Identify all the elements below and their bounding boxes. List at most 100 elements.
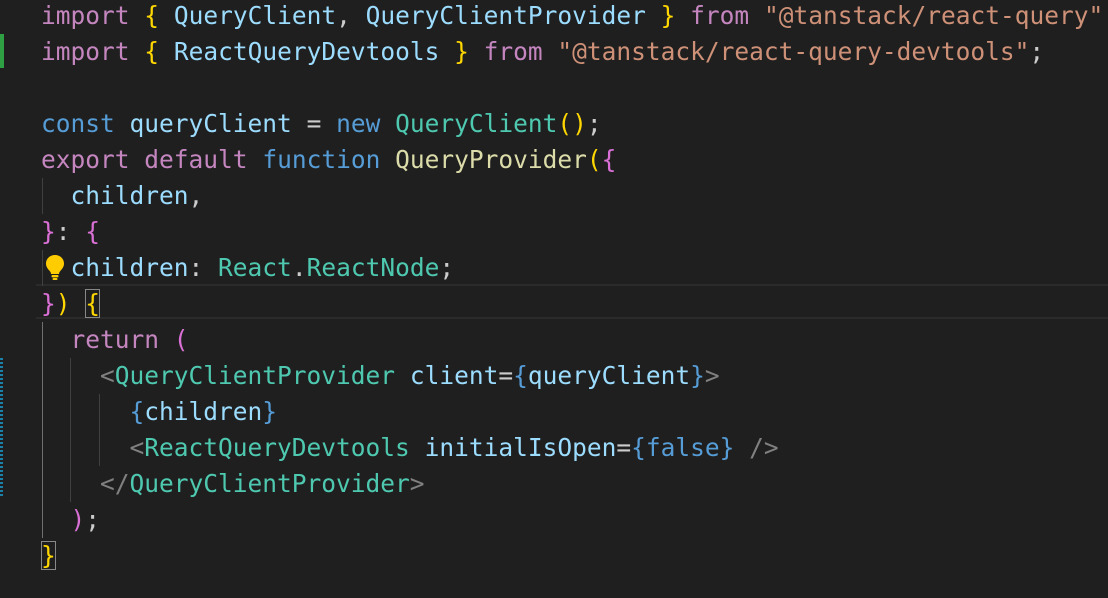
code-line[interactable]: <QueryClientProvider client={queryClient… [0,358,1108,394]
code-token: ; [1103,1,1108,30]
code-token: export [41,145,130,174]
code-line-content: import { QueryClient, QueryClientProvide… [41,0,1108,34]
code-token: . [291,253,307,282]
code-line[interactable]: return ( [0,322,1108,358]
code-token: from [483,37,543,66]
code-line[interactable]: }) { [0,286,1108,322]
code-token: > [409,469,425,498]
code-token: React [218,253,292,282]
code-line[interactable]: <ReactQueryDevtools initialIsOpen={false… [0,430,1108,466]
code-token: QueryClientProvider [114,361,396,390]
code-token: { [144,1,160,30]
code-token: ; [439,253,455,282]
code-line[interactable]: }: { [0,214,1108,250]
code-line-content: ); [41,502,101,538]
code-token: from [690,1,750,30]
code-line-content: }: { [41,214,100,250]
lightbulb-tip [52,278,58,280]
code-token: return [70,325,160,354]
code-line-content: import { ReactQueryDevtools } from "@tan… [41,34,1044,70]
code-token: ; [1029,37,1045,66]
code-token: "@tanstack/react-query" [763,1,1104,30]
code-line-content: return ( [41,322,189,358]
code-line[interactable]: children, [0,178,1108,214]
code-token: ) [70,505,86,534]
code-line-content: children, [41,178,204,214]
code-token: ( [586,145,602,174]
lightbulb-glass [46,255,64,274]
code-token: > [704,361,720,390]
code-token: initialIsOpen [424,433,617,462]
code-line[interactable]: } [0,538,1108,574]
code-token: : [55,217,86,246]
code-token: () [557,109,587,138]
code-line-content: <ReactQueryDevtools initialIsOpen={false… [41,430,779,466]
code-token: { [631,433,646,462]
code-token: /> [749,433,779,462]
code-line-content: export default function QueryProvider({ [41,142,616,178]
code-token: ReactQueryDevtools [173,37,440,66]
code-token: } [660,1,676,30]
code-token: = [616,433,632,462]
code-token: queryClient [527,361,691,390]
code-token: QueryClient [395,109,558,138]
code-token: false [645,433,720,462]
matched-bracket: { [85,289,101,318]
code-line[interactable]: export default function QueryProvider({ [0,142,1108,178]
lightbulb-icon[interactable] [44,253,66,281]
code-token: , [188,181,204,210]
code-token: } [41,217,56,246]
code-line[interactable]: ); [0,502,1108,538]
code-line[interactable] [0,70,1108,106]
code-token: = [498,361,514,390]
lightbulb-base [51,275,59,278]
code-line[interactable]: import { QueryClient, QueryClientProvide… [0,0,1108,34]
code-token: children [70,253,189,282]
code-line-content: }) { [41,286,101,322]
code-line[interactable]: </QueryClientProvider> [0,466,1108,502]
code-editor[interactable]: import { QueryClient, QueryClientProvide… [0,0,1108,598]
code-token: { [144,37,160,66]
code-line[interactable]: {children} [0,394,1108,430]
code-token: default [144,145,248,174]
code-token: children [70,181,189,210]
code-token: new [336,109,381,138]
code-token: ) [55,289,71,318]
code-token: ; [85,505,101,534]
code-token: } [690,361,705,390]
code-line[interactable]: children: React.ReactNode; [0,250,1108,286]
code-token: "@tanstack/react-query-devtools" [557,37,1030,66]
code-token: : [188,253,219,282]
code-token: { [513,361,528,390]
code-line[interactable]: const queryClient = new QueryClient(); [0,106,1108,142]
code-line[interactable]: import { ReactQueryDevtools } from "@tan… [0,34,1108,70]
code-token: } [719,433,735,462]
code-token: } [262,397,278,426]
code-token: QueryClientProvider [365,1,646,30]
code-token: children [144,397,263,426]
code-token: function [262,145,381,174]
matched-bracket: } [41,541,56,570]
code-line-content: } [41,538,56,574]
code-token: import [41,37,130,66]
